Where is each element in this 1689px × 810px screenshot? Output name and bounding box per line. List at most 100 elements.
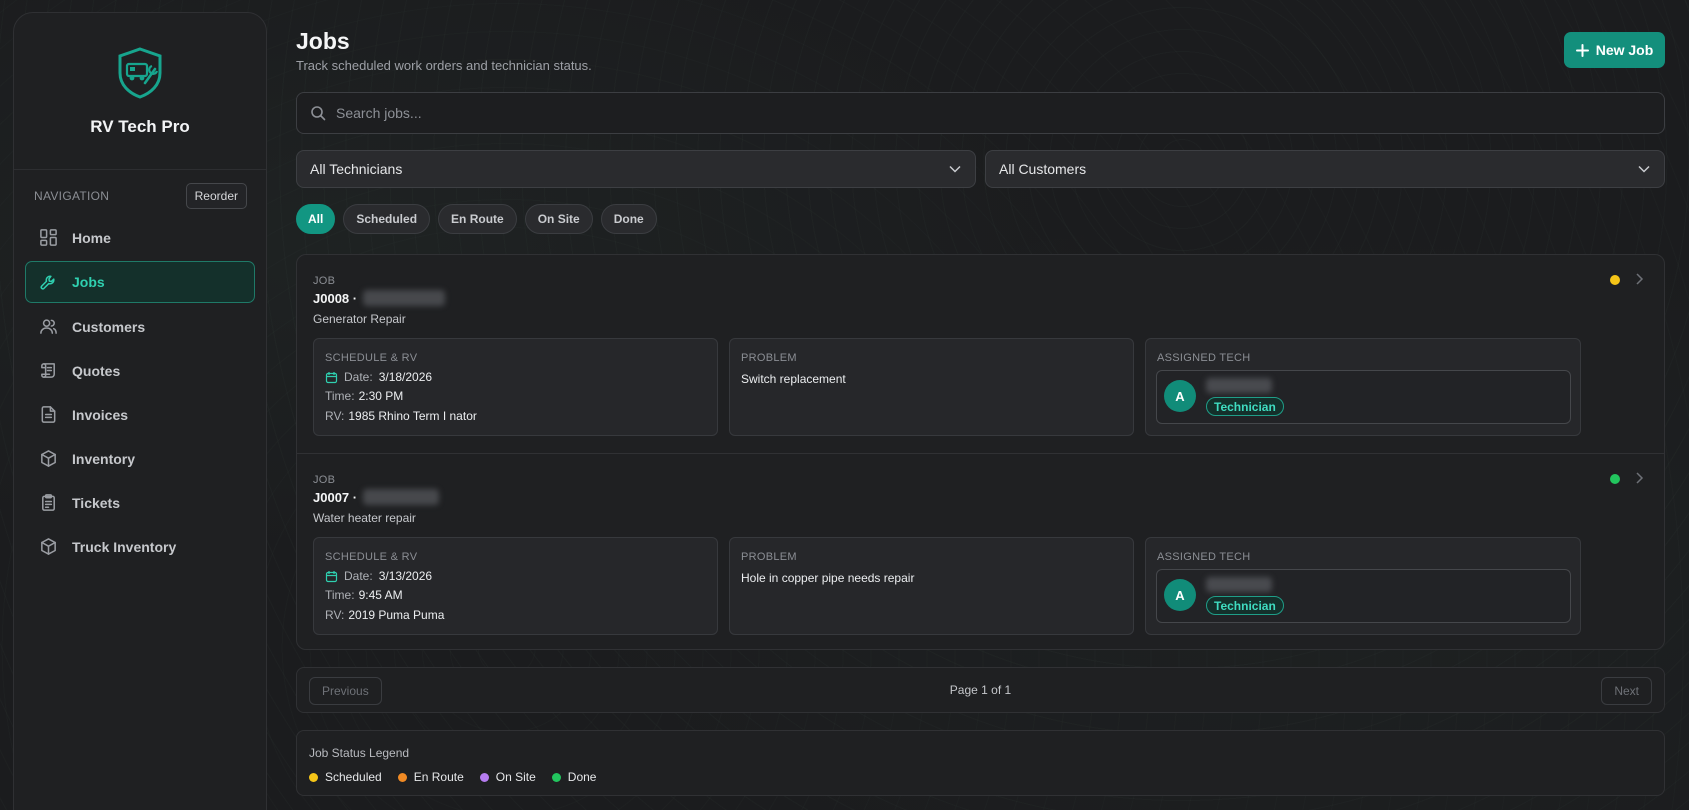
job-title: Water heater repair [313, 511, 416, 525]
chevron-right-icon[interactable] [1632, 271, 1646, 287]
job-card[interactable]: JOB J0007 · Water heater repair SCHEDULE… [297, 453, 1664, 651]
calendar-icon [325, 371, 338, 383]
chip-scheduled[interactable]: Scheduled [343, 204, 431, 234]
dashboard-icon [38, 228, 58, 248]
chip-all[interactable]: All [296, 204, 336, 234]
chip-done[interactable]: Done [600, 204, 657, 234]
job-kicker: JOB [313, 275, 336, 287]
sidebar-item-inventory[interactable]: Inventory [25, 438, 255, 479]
legend-item-en-route: En Route [397, 770, 464, 784]
sidebar: RV Tech Pro NAVIGATION Reorder Home Jobs… [13, 12, 267, 810]
chevron-right-icon[interactable] [1632, 470, 1646, 486]
date-row: Date: 3/13/2026 [325, 569, 432, 583]
avatar: A [1164, 579, 1196, 611]
sidebar-item-label: Quotes [72, 362, 121, 379]
chip-en-route[interactable]: En Route [438, 204, 517, 234]
problem-text: Switch replacement [741, 372, 846, 386]
tech-card[interactable]: A Technician [1156, 370, 1571, 424]
date-label: Date: [344, 370, 373, 384]
legend-items: Scheduled En Route On Site Done [309, 770, 596, 784]
schedule-panel: SCHEDULE & RV Date: 3/13/2026 Time: 9:45… [313, 537, 718, 635]
users-icon [38, 317, 58, 337]
next-button[interactable]: Next [1601, 677, 1652, 705]
sidebar-item-home[interactable]: Home [25, 217, 255, 258]
panel-label: PROBLEM [741, 352, 797, 364]
new-job-label: New Job [1595, 42, 1654, 58]
job-id-text: J0008 · [313, 290, 358, 306]
time-value: 2:30 PM [358, 389, 404, 403]
legend-label: Done [567, 770, 597, 784]
status-legend: Job Status Legend Scheduled En Route On … [296, 730, 1665, 796]
reorder-button[interactable]: Reorder [185, 183, 247, 209]
search-bar [296, 92, 1665, 134]
rv-value: 1985 Rhino Term I nator [348, 409, 477, 423]
legend-dot [479, 772, 489, 782]
sidebar-item-label: Invoices [72, 406, 129, 423]
sidebar-item-label: Inventory [72, 450, 136, 467]
role-badge: Technician [1206, 397, 1284, 416]
legend-title: Job Status Legend [309, 746, 410, 760]
role-badge: Technician [1206, 596, 1284, 615]
scroll-icon [38, 361, 58, 381]
schedule-panel: SCHEDULE & RV Date: 3/18/2026 Time: 2:30… [313, 338, 718, 436]
customer-filter-select[interactable]: All Customers [985, 150, 1665, 188]
redacted-tech-name [1206, 378, 1272, 393]
legend-dot [397, 772, 407, 782]
page-title: Jobs [296, 28, 350, 54]
search-input[interactable] [336, 105, 1636, 121]
date-value: 3/13/2026 [378, 569, 433, 583]
redacted-tech-name [1206, 577, 1272, 592]
nav-section-label: NAVIGATION [34, 189, 110, 203]
box-icon [38, 537, 58, 557]
legend-item-on-site: On Site [479, 770, 536, 784]
sidebar-item-jobs[interactable]: Jobs [25, 261, 255, 303]
chip-on-site[interactable]: On Site [524, 204, 593, 234]
jobs-list: JOB J0008 · Generator Repair SCHEDULE & … [296, 254, 1665, 650]
rv-shield-logo-icon [118, 47, 162, 99]
date-value: 3/18/2026 [378, 370, 433, 384]
chevron-down-icon [949, 165, 961, 173]
job-card[interactable]: JOB J0008 · Generator Repair SCHEDULE & … [297, 255, 1664, 453]
chevron-down-icon [1638, 165, 1650, 173]
job-id: J0007 · [313, 489, 440, 505]
legend-label: Scheduled [325, 770, 382, 784]
panel-label: ASSIGNED TECH [1157, 352, 1251, 364]
time-label: Time: [325, 588, 355, 602]
panel-label: SCHEDULE & RV [325, 352, 418, 364]
redacted-customer-name [363, 489, 440, 505]
brand: RV Tech Pro [14, 13, 266, 170]
job-id-text: J0007 · [313, 489, 358, 505]
time-value: 9:45 AM [358, 588, 403, 602]
rv-row: RV: 2019 Puma Puma [325, 608, 444, 622]
job-kicker: JOB [313, 474, 336, 486]
rv-label: RV: [325, 409, 345, 423]
app-name: RV Tech Pro [90, 117, 190, 136]
nav-header: NAVIGATION Reorder [14, 183, 266, 209]
problem-panel: PROBLEM Hole in copper pipe needs repair [729, 537, 1134, 635]
sidebar-item-label: Customers [72, 318, 146, 335]
pagination: Previous Page 1 of 1 Next [296, 667, 1665, 713]
legend-dot [551, 772, 561, 782]
sidebar-item-quotes[interactable]: Quotes [25, 350, 255, 391]
new-job-button[interactable]: New Job [1564, 32, 1665, 68]
clipboard-icon [38, 493, 58, 513]
redacted-customer-name [363, 290, 446, 306]
sidebar-item-tickets[interactable]: Tickets [25, 482, 255, 523]
avatar: A [1164, 380, 1196, 412]
tech-card[interactable]: A Technician [1156, 569, 1571, 623]
time-row: Time: 9:45 AM [325, 588, 403, 602]
panel-label: PROBLEM [741, 551, 797, 563]
page-subtitle: Track scheduled work orders and technici… [296, 58, 592, 73]
panel-label: SCHEDULE & RV [325, 551, 418, 563]
sidebar-item-invoices[interactable]: Invoices [25, 394, 255, 435]
problem-text: Hole in copper pipe needs repair [741, 571, 915, 585]
sidebar-item-label: Jobs [72, 274, 105, 290]
wrench-icon [38, 272, 58, 292]
page-indicator: Page 1 of 1 [949, 683, 1012, 697]
sidebar-item-truck-inventory[interactable]: Truck Inventory [25, 526, 255, 567]
rv-value: 2019 Puma Puma [348, 608, 445, 622]
box-icon [38, 449, 58, 469]
sidebar-item-customers[interactable]: Customers [25, 306, 255, 347]
technician-filter-select[interactable]: All Technicians [296, 150, 976, 188]
rv-row: RV: 1985 Rhino Term I nator [325, 409, 477, 423]
